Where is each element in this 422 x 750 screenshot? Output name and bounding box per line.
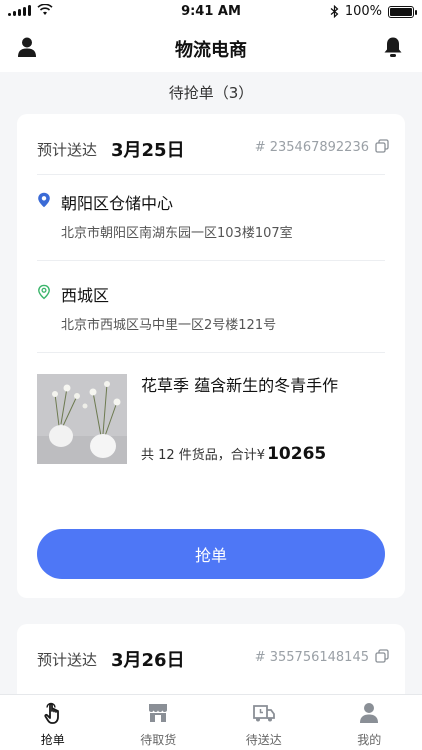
order-header: 预计送达 3月26日 # 355756148145 xyxy=(37,646,389,671)
dropoff-address: 北京市西城区马中里一区2号楼121号 xyxy=(61,318,277,333)
order-header: 预计送达 3月25日 # 235467892236 xyxy=(37,136,389,161)
divider xyxy=(37,260,385,261)
order-card: 预计送达 3月25日 # 235467892236 朝阳区仓储中心 北京市朝阳区… xyxy=(17,114,405,598)
truck-icon xyxy=(252,705,275,722)
status-bar: 9:41 AM 100% xyxy=(0,0,422,24)
order-card: 预计送达 3月26日 # 355756148145 xyxy=(17,624,405,704)
grab-order-button[interactable]: 抢单 xyxy=(37,529,385,579)
battery-percent: 100% xyxy=(344,4,382,19)
product-image xyxy=(37,374,127,464)
bell-icon[interactable] xyxy=(380,34,406,60)
divider xyxy=(37,174,385,175)
shop-icon xyxy=(149,704,168,722)
pickup-name: 朝阳区仓储中心 xyxy=(61,194,174,213)
section-title: 待抢单（3） xyxy=(168,84,254,102)
copy-icon[interactable] xyxy=(375,649,389,663)
person-icon xyxy=(360,703,379,723)
product-total: 10265 xyxy=(267,444,327,464)
tab-label: 我的 xyxy=(357,733,382,747)
eta-label: 预计送达 xyxy=(37,651,98,669)
nav-bar: 物流电商 xyxy=(0,24,422,72)
tab-bar: 抢单 待取货 待送达 我的 xyxy=(0,694,422,750)
product-title: 花草季 蕴含新生的冬青手作 xyxy=(141,376,339,395)
order-number: # 235467892236 xyxy=(254,140,369,155)
dropoff-name: 西城区 xyxy=(61,286,110,305)
product-summary: 共 12 件货品，合计¥ 10265 xyxy=(141,444,326,464)
eta-date: 3月25日 xyxy=(111,140,185,161)
order-number: # 355756148145 xyxy=(254,650,369,665)
location-pin-icon xyxy=(38,192,50,208)
hand-pointer-icon xyxy=(44,702,59,724)
pickup-address: 北京市朝阳区南湖东园一区103楼107室 xyxy=(61,226,293,241)
product-count: 共 12 件货品，合计¥ xyxy=(141,448,266,463)
tab-mine[interactable]: 我的 xyxy=(317,695,422,750)
eta-date: 3月26日 xyxy=(111,650,185,671)
tab-grab[interactable]: 抢单 xyxy=(0,695,106,750)
tab-label: 抢单 xyxy=(40,733,65,747)
eta-label: 预计送达 xyxy=(37,141,98,159)
bluetooth-icon xyxy=(330,5,339,18)
battery-fill xyxy=(390,7,412,16)
battery-icon xyxy=(388,5,417,18)
tab-label: 待取货 xyxy=(140,733,177,747)
tab-label: 待送达 xyxy=(245,733,282,747)
location-pin-outline-icon xyxy=(38,284,50,300)
tab-pickup[interactable]: 待取货 xyxy=(106,695,212,750)
page-title: 物流电商 xyxy=(175,40,247,61)
tab-deliver[interactable]: 待送达 xyxy=(211,695,317,750)
copy-icon[interactable] xyxy=(375,139,389,153)
status-right: 100% xyxy=(330,4,417,19)
divider xyxy=(37,352,385,353)
